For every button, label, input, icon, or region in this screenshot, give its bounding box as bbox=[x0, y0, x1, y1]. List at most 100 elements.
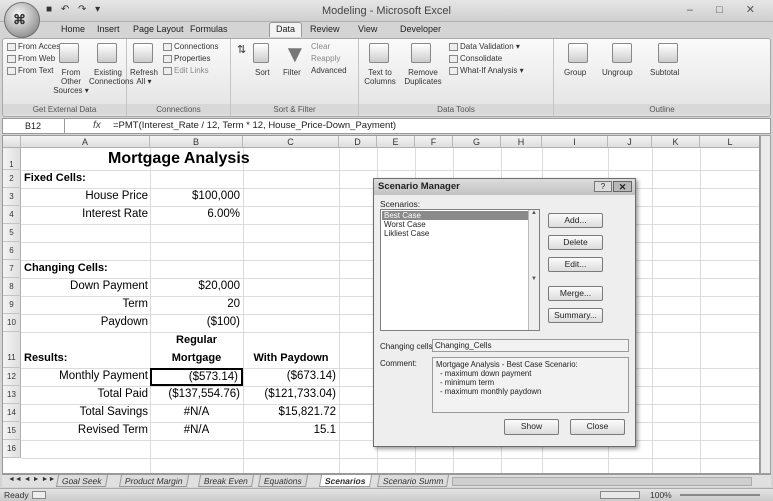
help-icon[interactable]: ? bbox=[594, 181, 612, 192]
with-paydown-header[interactable]: With Paydown bbox=[243, 352, 339, 364]
tab-data[interactable]: Data bbox=[269, 22, 303, 37]
column-header[interactable]: F bbox=[415, 136, 453, 148]
row-header[interactable]: 11 bbox=[3, 332, 21, 368]
tab-home[interactable]: Home bbox=[61, 24, 85, 34]
column-header[interactable]: G bbox=[453, 136, 501, 148]
column-header[interactable]: B bbox=[150, 136, 243, 148]
show-button[interactable]: Show bbox=[504, 419, 559, 435]
sheet-nav-arrows[interactable]: ◄◄ ◄ ► ►► bbox=[8, 476, 55, 483]
row-header[interactable]: 12 bbox=[3, 368, 21, 386]
refresh-all-button[interactable]: Refresh All ▾ bbox=[129, 68, 159, 86]
sheet-tab-product-margin[interactable]: Product Margin bbox=[118, 475, 189, 487]
regular-header-line1[interactable]: Regular bbox=[150, 334, 243, 346]
quick-access-toolbar[interactable]: ■ ↶ ↷ ▾ bbox=[46, 4, 103, 15]
paydown-label[interactable]: Paydown bbox=[21, 316, 148, 328]
properties-button[interactable]: Properties bbox=[163, 54, 210, 63]
revised-term-label[interactable]: Revised Term bbox=[21, 424, 148, 436]
down-payment-value[interactable]: $20,000 bbox=[150, 280, 240, 292]
house-price-label[interactable]: House Price bbox=[21, 190, 148, 202]
reapply-button[interactable]: Reapply bbox=[311, 54, 340, 63]
term-value[interactable]: 20 bbox=[150, 298, 240, 310]
subtotal-button[interactable]: Subtotal bbox=[650, 68, 679, 77]
row-header[interactable]: 4 bbox=[3, 206, 21, 224]
remove-duplicates-button[interactable]: Remove Duplicates bbox=[401, 68, 445, 86]
term-label[interactable]: Term bbox=[21, 298, 148, 310]
column-header[interactable]: H bbox=[501, 136, 542, 148]
column-header[interactable]: L bbox=[700, 136, 759, 148]
merge-button[interactable]: Merge... bbox=[548, 286, 603, 301]
row-header[interactable]: 7 bbox=[3, 260, 21, 278]
total-regular-value[interactable]: ($137,554.76) bbox=[150, 388, 240, 400]
vertical-scrollbar[interactable] bbox=[760, 135, 771, 474]
row-header[interactable]: 8 bbox=[3, 278, 21, 296]
zoom-level[interactable]: 100% bbox=[650, 490, 672, 500]
horizontal-scrollbar[interactable] bbox=[452, 477, 752, 486]
from-other-sources-button[interactable]: From Other Sources ▾ bbox=[51, 68, 91, 95]
advanced-button[interactable]: Advanced bbox=[311, 66, 347, 75]
edit-button[interactable]: Edit... bbox=[548, 257, 603, 272]
column-header[interactable]: D bbox=[339, 136, 377, 148]
results-label[interactable]: Results: bbox=[24, 352, 67, 364]
formula-input[interactable]: =PMT(Interest_Rate / 12, Term * 12, Hous… bbox=[113, 119, 396, 133]
sheet-tab-scenarios[interactable]: Scenarios bbox=[318, 475, 372, 487]
row-header[interactable]: 13 bbox=[3, 386, 21, 404]
column-header[interactable]: C bbox=[243, 136, 339, 148]
column-header[interactable]: A bbox=[21, 136, 150, 148]
total-savings-label[interactable]: Total Savings bbox=[21, 406, 148, 418]
monthly-payment-label[interactable]: Monthly Payment bbox=[21, 370, 148, 382]
office-button[interactable]: ⌘ bbox=[4, 2, 40, 38]
insert-function-icon[interactable]: fx bbox=[93, 119, 101, 133]
savings-paydown-value[interactable]: $15,821.72 bbox=[243, 406, 336, 418]
monthly-regular-cell-selected[interactable]: ($573.14) bbox=[150, 368, 243, 386]
row-header[interactable]: 14 bbox=[3, 404, 21, 422]
from-web-button[interactable]: From Web bbox=[7, 54, 55, 63]
savings-regular-value[interactable]: #N/A bbox=[150, 406, 243, 418]
group-button[interactable]: Group bbox=[564, 68, 586, 77]
filter-button[interactable]: Filter bbox=[283, 68, 301, 77]
macro-record-icon[interactable] bbox=[32, 491, 46, 499]
scenario-item[interactable]: Best Case bbox=[382, 211, 528, 220]
zoom-slider[interactable] bbox=[680, 494, 760, 496]
delete-button[interactable]: Delete bbox=[548, 235, 603, 250]
close-button[interactable]: Close bbox=[570, 419, 625, 435]
column-header[interactable]: I bbox=[542, 136, 608, 148]
down-payment-label[interactable]: Down Payment bbox=[21, 280, 148, 292]
row-header[interactable]: 10 bbox=[3, 314, 21, 332]
from-text-button[interactable]: From Text bbox=[7, 66, 53, 75]
row-header[interactable]: 3 bbox=[3, 188, 21, 206]
monthly-paydown-value[interactable]: ($673.14) bbox=[243, 370, 336, 382]
regular-header-line2[interactable]: Mortgage bbox=[150, 352, 243, 364]
total-paid-label[interactable]: Total Paid bbox=[21, 388, 148, 400]
scenarios-list[interactable]: Best Case Worst Case Likliest Case ▲ ▼ bbox=[380, 209, 540, 331]
sort-az-icon[interactable]: ⇅ bbox=[237, 43, 246, 56]
paydown-value[interactable]: ($100) bbox=[150, 316, 240, 328]
row-header[interactable]: 5 bbox=[3, 224, 21, 242]
revised-regular-value[interactable]: #N/A bbox=[150, 424, 243, 436]
consolidate-button[interactable]: Consolidate bbox=[449, 54, 502, 63]
window-controls[interactable]: – □ ✕ bbox=[687, 3, 765, 16]
house-price-value[interactable]: $100,000 bbox=[150, 190, 240, 202]
sheet-tab-scenario-summary[interactable]: Scenario Summ bbox=[376, 475, 450, 487]
column-header[interactable]: J bbox=[608, 136, 652, 148]
interest-rate-label[interactable]: Interest Rate bbox=[21, 208, 148, 220]
view-buttons[interactable] bbox=[600, 491, 640, 499]
row-header[interactable]: 16 bbox=[3, 440, 21, 458]
sheet-tab-break-even[interactable]: Break Even bbox=[197, 475, 255, 487]
clear-button[interactable]: Clear bbox=[311, 42, 330, 51]
revised-paydown-value[interactable]: 15.1 bbox=[243, 424, 336, 436]
sheet-tab-goal-seek[interactable]: Goal Seek bbox=[55, 475, 108, 487]
row-header[interactable]: 1 bbox=[3, 148, 21, 170]
tab-page-layout[interactable]: Page Layout bbox=[133, 24, 184, 34]
ungroup-button[interactable]: Ungroup bbox=[602, 68, 633, 77]
row-header[interactable]: 2 bbox=[3, 170, 21, 188]
tab-view[interactable]: View bbox=[358, 24, 377, 34]
tab-insert[interactable]: Insert bbox=[97, 24, 120, 34]
row-header[interactable]: 9 bbox=[3, 296, 21, 314]
sort-button[interactable]: Sort bbox=[255, 68, 270, 77]
fixed-cells-label[interactable]: Fixed Cells: bbox=[24, 172, 86, 184]
sheet-tab-equations[interactable]: Equations bbox=[257, 475, 308, 487]
column-header[interactable]: E bbox=[377, 136, 415, 148]
from-access-button[interactable]: From Access bbox=[7, 42, 64, 51]
existing-connections-button[interactable]: Existing Connections bbox=[89, 68, 133, 86]
list-scrollbar[interactable]: ▲ ▼ bbox=[528, 210, 539, 330]
